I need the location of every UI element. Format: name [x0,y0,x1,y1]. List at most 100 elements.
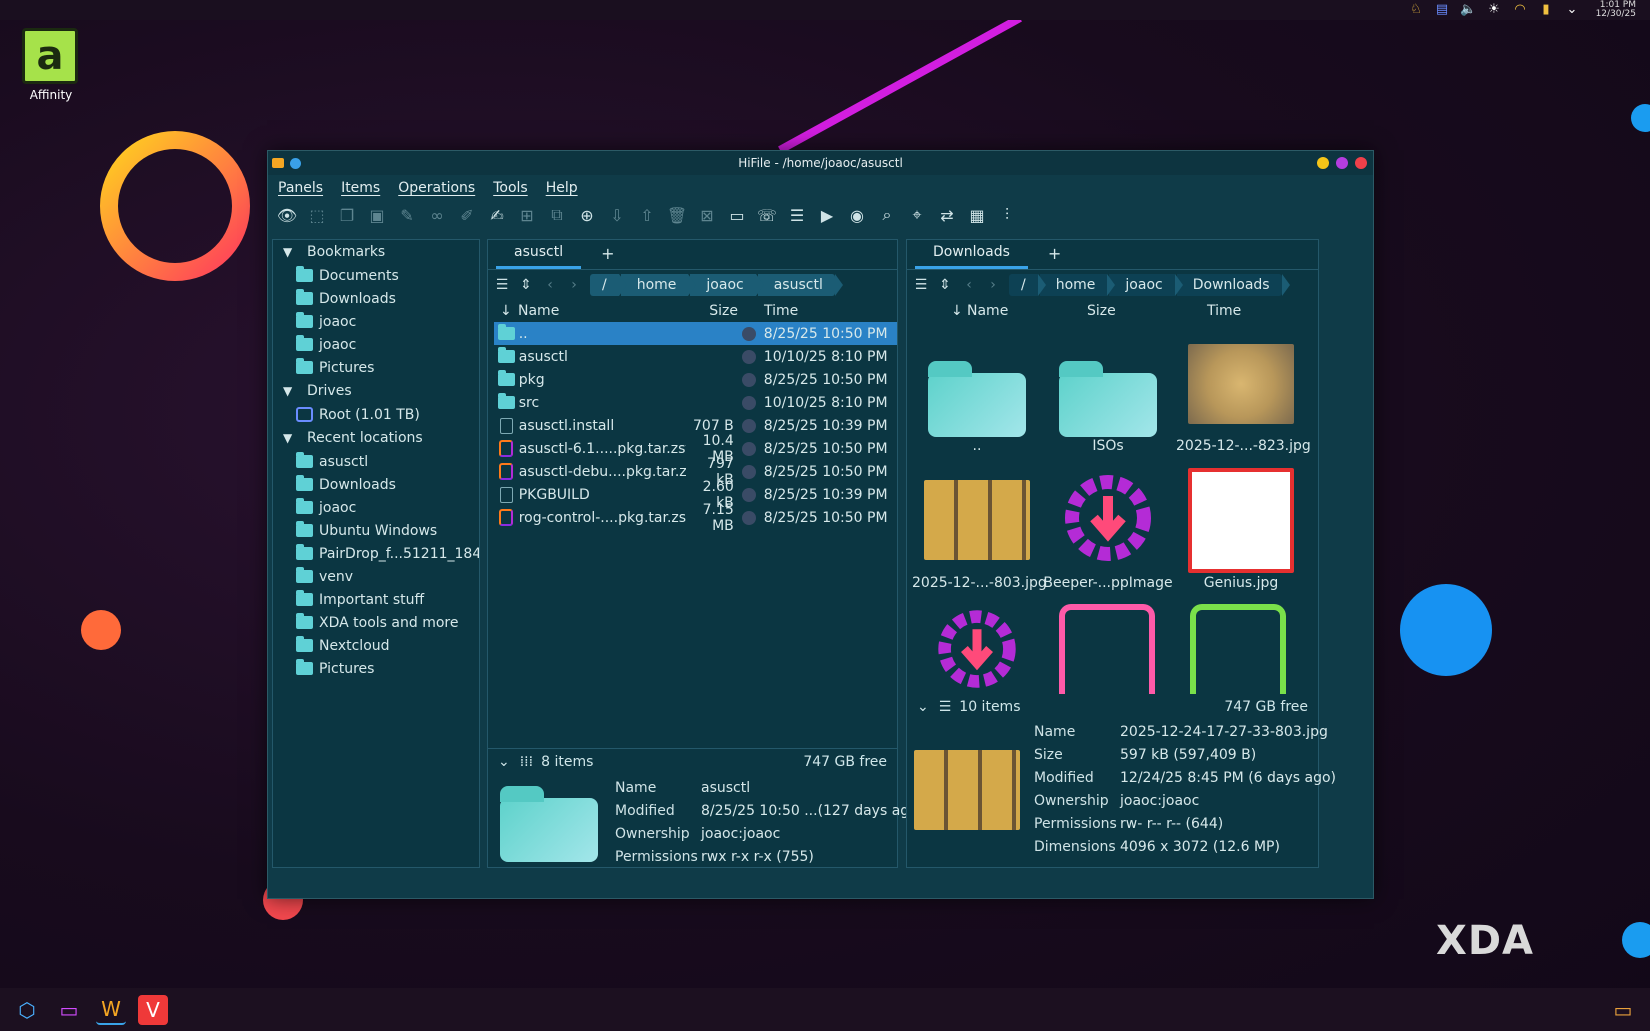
menu-items[interactable]: Items [341,180,380,196]
back-icon[interactable]: ‹ [542,277,558,293]
maximize-button[interactable] [1336,157,1348,169]
recent-item[interactable]: Important stuff [273,588,479,611]
parent-folder-thumb[interactable] [928,361,1026,437]
copy-to-icon[interactable]: ▣ [366,204,388,226]
forward-icon[interactable]: › [985,277,1001,293]
table-row[interactable]: pkg 8/25/25 10:50 PM [494,368,897,391]
new-folder-icon[interactable]: ⊕ [576,204,598,226]
rename-icon[interactable]: ✎ [396,204,418,226]
drive-root[interactable]: Root (1.01 TB) [273,403,479,426]
tab-asusctl[interactable]: asusctl [496,244,582,269]
duplicate-icon[interactable]: ⧉ [546,204,568,226]
crumb-downloads[interactable]: Downloads [1176,274,1290,296]
list-view-icon[interactable]: ☰ [939,699,952,715]
col-time[interactable]: Time [1207,303,1241,319]
brain-icon[interactable]: ◉ [846,204,868,226]
image-thumb[interactable] [1188,468,1294,573]
appimage-gear-icon[interactable] [924,604,1030,694]
col-size[interactable]: Size [1087,303,1207,319]
bookmark-documents[interactable]: Documents [273,264,479,287]
crumb-home[interactable]: home [620,274,697,296]
bookmark-joaoc-2[interactable]: joaoc [273,333,479,356]
bookmarks-section-header[interactable]: ▼ Bookmarks [273,240,479,264]
crumb-joaoc[interactable]: joaoc [1109,274,1184,296]
comment-icon[interactable]: ☏ [756,204,778,226]
clock[interactable]: 1:01 PM 12/30/25 [1590,1,1636,19]
drives-section-header[interactable]: ▼ Drives [273,379,479,403]
new-tab-button[interactable]: + [601,244,614,269]
trash-icon[interactable]: 🗑 [666,204,688,226]
close-button[interactable] [1355,157,1367,169]
crumb-joaoc[interactable]: joaoc [690,274,765,296]
collapse-icon[interactable]: ⌄ [917,699,929,715]
schedule-icon[interactable]: ▦ [966,204,988,226]
image-thumb[interactable] [1188,344,1294,424]
vivaldi-icon[interactable]: V [138,994,168,1025]
copy-icon[interactable]: ❐ [336,204,358,226]
recent-item[interactable]: Ubuntu Windows [273,519,479,542]
new-file-icon[interactable]: ⊞ [516,204,538,226]
delete-icon[interactable]: ⊠ [696,204,718,226]
volume-icon[interactable]: 🔈 [1460,2,1476,18]
battery-icon[interactable]: ▮ [1538,2,1554,18]
chevron-down-icon[interactable]: ⌄ [1564,2,1580,18]
bookmark-downloads[interactable]: Downloads [273,287,479,310]
crumb-home[interactable]: home [1039,274,1116,296]
grid-view-icon[interactable]: ⁞⁞⁞ [520,754,533,770]
table-row[interactable]: asusctl 10/10/25 8:10 PM [494,345,897,368]
col-name[interactable]: Name [518,303,678,319]
notification-bell-icon[interactable]: ♘ [1408,2,1424,18]
recent-section-header[interactable]: ▼ Recent locations [273,426,479,450]
select-icon[interactable]: ⬚ [306,204,328,226]
bookmark-joaoc[interactable]: joaoc [273,310,479,333]
desktop-icon-affinity[interactable]: a Affinity [22,28,80,102]
app-launcher-icon[interactable]: ⬡ [12,995,42,1025]
files-icon[interactable]: ▭ [54,995,84,1025]
recent-item[interactable]: PairDrop_f...51211_1842 [273,542,479,565]
recent-item[interactable]: asusctl [273,450,479,473]
archive-zip-icon[interactable] [1059,604,1155,694]
pack-icon[interactable]: ⇩ [606,204,628,226]
list-view-icon[interactable]: ☰ [786,204,808,226]
table-row[interactable]: src 10/10/25 8:10 PM [494,391,897,414]
open-folder-icon[interactable]: ▭ [726,204,748,226]
image-thumb[interactable] [924,480,1030,560]
settings-sliders-icon[interactable]: ⫶ [996,204,1018,226]
col-name[interactable]: Name [967,303,1087,319]
recent-item[interactable]: Nextcloud [273,634,479,657]
recent-item[interactable]: XDA tools and more [273,611,479,634]
batch-rename-icon[interactable]: ✍ [486,204,508,226]
unpack-icon[interactable]: ⇧ [636,204,658,226]
crumb-root[interactable]: / [1009,274,1046,296]
recent-item[interactable]: Pictures [273,657,479,680]
recent-item[interactable]: joaoc [273,496,479,519]
forward-icon[interactable]: › [566,277,582,293]
menu-panels[interactable]: Panels [278,180,323,196]
sort-icon[interactable]: ⇕ [937,277,953,293]
back-icon[interactable]: ‹ [961,277,977,293]
col-size[interactable]: Size [678,303,738,319]
menu-icon[interactable]: ☰ [913,277,929,293]
bookmark-pictures[interactable]: Pictures [273,356,479,379]
tab-downloads[interactable]: Downloads [915,244,1028,269]
isos-folder-thumb[interactable] [1059,361,1157,437]
show-desktop-icon[interactable]: ▭ [1608,995,1638,1025]
menu-icon[interactable]: ☰ [494,277,510,293]
crumb-root[interactable]: / [590,274,627,296]
edit-icon[interactable]: ✐ [456,204,478,226]
table-row[interactable]: rog-control-....pkg.tar.zst 7.15 MB 8/25/2… [494,502,897,534]
collapse-icon[interactable]: ⌄ [498,754,510,770]
menu-tools[interactable]: Tools [493,180,528,196]
new-tab-button[interactable]: + [1048,244,1061,269]
crumb-asusctl[interactable]: asusctl [757,274,843,296]
table-row[interactable]: .. 8/25/25 10:50 PM [494,322,897,345]
eye-icon[interactable]: 👁 [276,204,298,226]
terminal-icon[interactable]: ▶ [816,204,838,226]
search-icon[interactable]: ⌕ [876,204,898,226]
hifile-taskbar-icon[interactable]: W [96,995,126,1025]
menu-operations[interactable]: Operations [398,180,475,196]
wifi-icon[interactable]: ◠ [1512,2,1528,18]
menu-help[interactable]: Help [546,180,578,196]
minimize-button[interactable] [1317,157,1329,169]
recent-item[interactable]: venv [273,565,479,588]
